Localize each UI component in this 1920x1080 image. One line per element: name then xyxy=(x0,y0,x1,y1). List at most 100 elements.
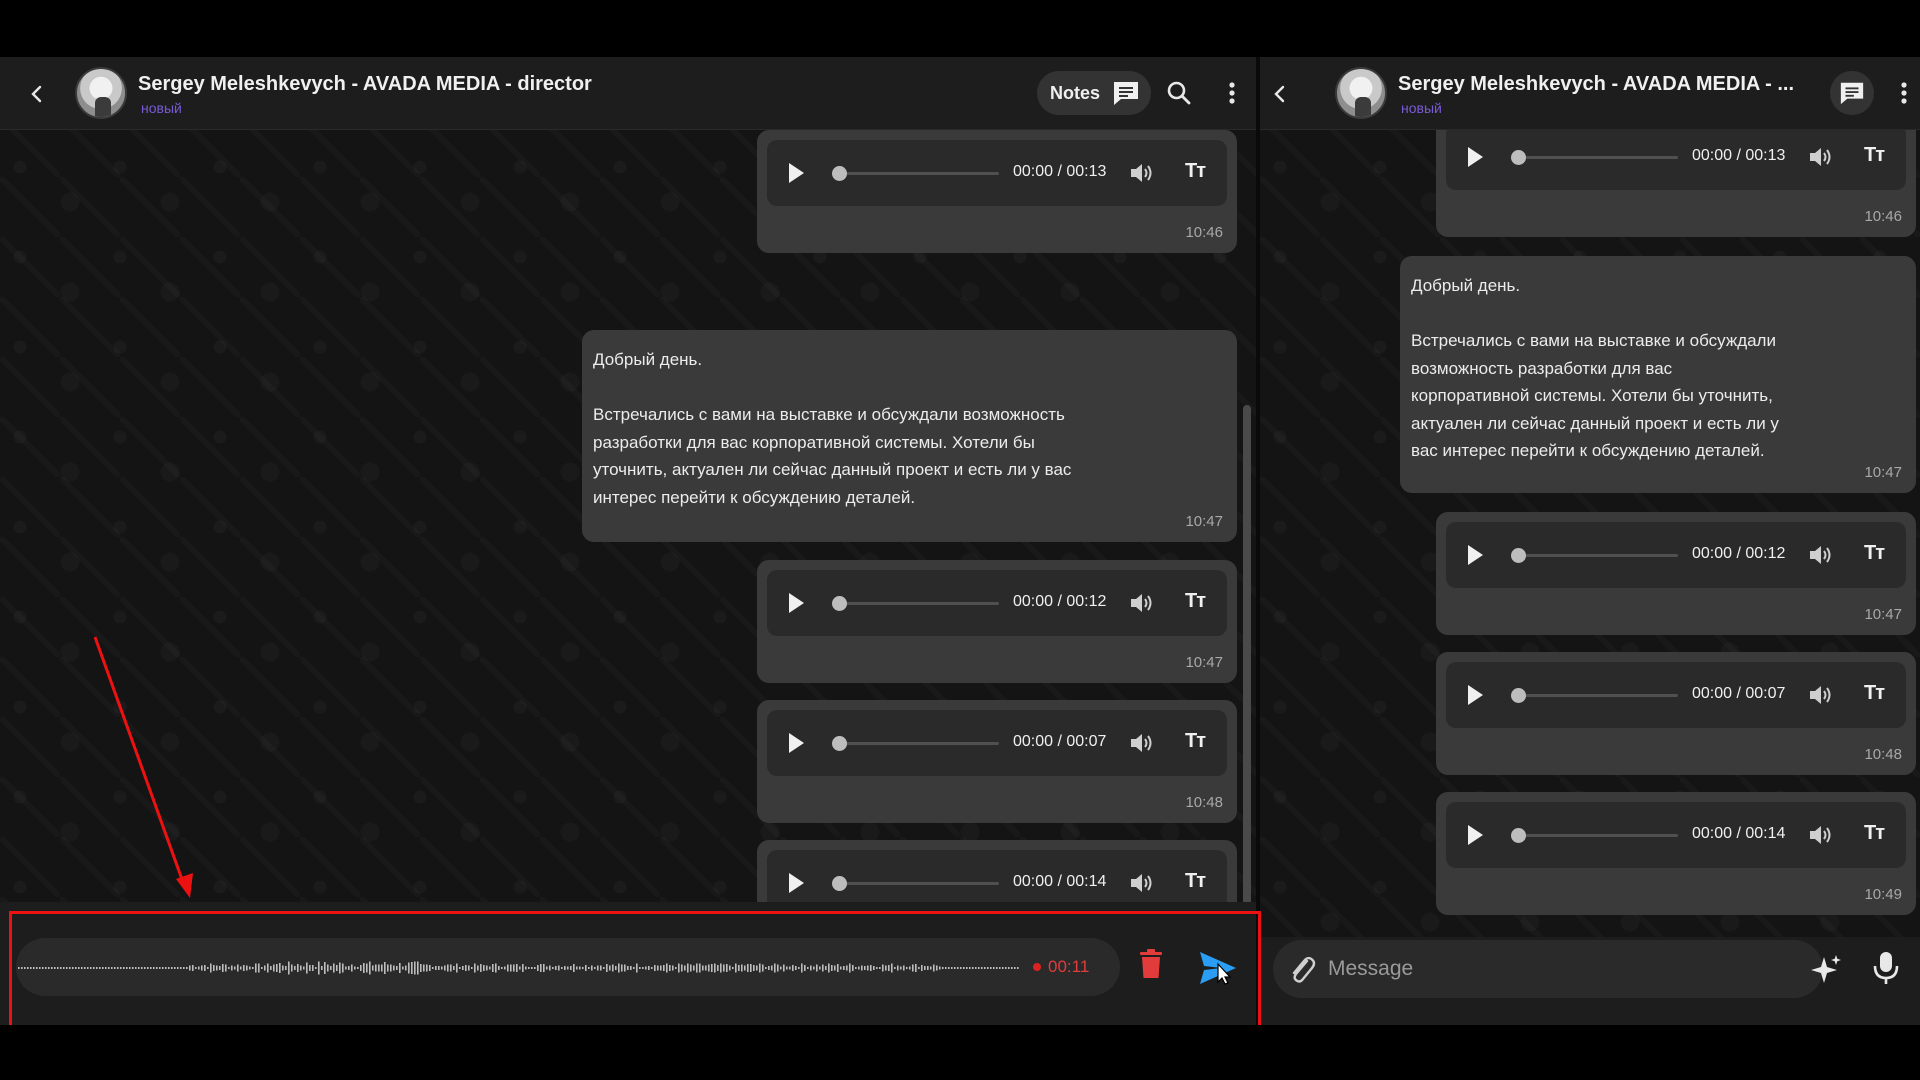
volume-icon[interactable] xyxy=(1808,683,1834,707)
text-size-icon[interactable]: Tт xyxy=(1185,160,1206,183)
back-button[interactable] xyxy=(1265,79,1295,109)
audio-time: 00:00 / 00:14 xyxy=(1692,825,1786,842)
microphone-icon xyxy=(1873,952,1899,984)
more-vertical-icon xyxy=(1901,82,1907,104)
audio-time: 00:00 / 00:07 xyxy=(1692,685,1786,702)
more-vertical-icon xyxy=(1229,82,1235,104)
scrollbar[interactable] xyxy=(1243,405,1251,905)
audio-progress-knob[interactable] xyxy=(832,736,847,751)
play-icon[interactable] xyxy=(789,873,804,893)
voice-message: 00:00 / 00:12 Tт 10:47 xyxy=(1436,512,1916,635)
play-icon[interactable] xyxy=(1468,685,1483,705)
message-time: 10:48 xyxy=(1185,794,1223,811)
audio-progress-track[interactable] xyxy=(837,882,999,885)
chat-status: новый xyxy=(1401,100,1442,116)
text-size-icon[interactable]: Tт xyxy=(1864,682,1885,705)
chat-title: Sergey Meleshkevych - AVADA MEDIA - ... xyxy=(1398,73,1795,95)
more-menu-button[interactable] xyxy=(1888,77,1920,109)
search-button[interactable] xyxy=(1163,77,1195,109)
annotation-highlight-box xyxy=(9,911,1261,1029)
avatar[interactable] xyxy=(1335,67,1387,119)
play-icon[interactable] xyxy=(789,593,804,613)
voice-record-button[interactable] xyxy=(1872,950,1900,991)
audio-progress-knob[interactable] xyxy=(1511,688,1526,703)
message-time: 10:47 xyxy=(1864,606,1902,623)
play-icon[interactable] xyxy=(1468,147,1483,167)
search-icon xyxy=(1167,81,1191,105)
text-size-icon[interactable]: Tт xyxy=(1864,822,1885,845)
audio-player: 00:00 / 00:07 Tт xyxy=(1446,662,1906,728)
avatar[interactable] xyxy=(75,67,127,119)
audio-progress-knob[interactable] xyxy=(832,876,847,891)
audio-time: 00:00 / 00:07 xyxy=(1013,733,1107,750)
chat-title: Sergey Meleshkevych - AVADA MEDIA - dire… xyxy=(138,73,592,95)
text-size-icon[interactable]: Tт xyxy=(1185,730,1206,753)
audio-progress-track[interactable] xyxy=(1516,694,1678,697)
audio-progress-knob[interactable] xyxy=(1511,828,1526,843)
left-message-list[interactable]: 00:00 / 00:13 Tт 10:46 Добрый день. Встр… xyxy=(0,130,1256,1025)
volume-icon[interactable] xyxy=(1808,145,1834,169)
left-chat-pane: Sergey Meleshkevych - AVADA MEDIA - dire… xyxy=(0,57,1256,1025)
audio-progress-track[interactable] xyxy=(1516,554,1678,557)
audio-time: 00:00 / 00:12 xyxy=(1692,545,1786,562)
audio-progress-knob[interactable] xyxy=(1511,548,1526,563)
message-input[interactable] xyxy=(1328,948,1768,990)
screen-bottom-edge xyxy=(0,1025,1920,1080)
volume-icon[interactable] xyxy=(1808,823,1834,847)
volume-icon[interactable] xyxy=(1129,871,1155,895)
back-button[interactable] xyxy=(22,79,52,109)
message-time: 10:46 xyxy=(1185,224,1223,241)
volume-icon[interactable] xyxy=(1129,591,1155,615)
message-time: 10:46 xyxy=(1864,208,1902,225)
audio-player: 00:00 / 00:13 Tт xyxy=(1446,124,1906,190)
play-icon[interactable] xyxy=(1468,545,1483,565)
chevron-left-icon xyxy=(1274,85,1285,103)
audio-progress-knob[interactable] xyxy=(832,166,847,181)
text-size-icon[interactable]: Tт xyxy=(1185,870,1206,893)
audio-progress-track[interactable] xyxy=(837,602,999,605)
play-icon[interactable] xyxy=(789,163,804,183)
notes-button[interactable]: Notes xyxy=(1037,71,1151,115)
voice-message: 00:00 / 00:14 Tт 10:49 xyxy=(1436,792,1916,915)
voice-message: 00:00 / 00:07 Tт 10:48 xyxy=(1436,652,1916,775)
right-chat-header: Sergey Meleshkevych - AVADA MEDIA - ... … xyxy=(1260,57,1920,130)
notes-label: Notes xyxy=(1050,82,1101,103)
volume-icon[interactable] xyxy=(1129,731,1155,755)
notes-button[interactable] xyxy=(1830,71,1874,115)
audio-player: 00:00 / 00:12 Tт xyxy=(1446,522,1906,588)
message-time: 10:47 xyxy=(1185,513,1223,530)
play-icon[interactable] xyxy=(1468,825,1483,845)
voice-message: 00:00 / 00:12 Tт 10:47 xyxy=(757,560,1237,683)
message-time: 10:47 xyxy=(1185,654,1223,671)
chat-bubble-icon xyxy=(1840,82,1864,105)
paperclip-icon xyxy=(1292,956,1316,983)
voice-message: 00:00 / 00:13 Tт 10:46 xyxy=(1436,114,1916,237)
text-size-icon[interactable]: Tт xyxy=(1864,144,1885,167)
audio-time: 00:00 / 00:12 xyxy=(1013,593,1107,610)
volume-icon[interactable] xyxy=(1129,161,1155,185)
message-time: 10:49 xyxy=(1864,886,1902,903)
ai-assist-button[interactable] xyxy=(1810,953,1842,990)
audio-progress-track[interactable] xyxy=(837,172,999,175)
audio-time: 00:00 / 00:13 xyxy=(1013,163,1107,180)
text-size-icon[interactable]: Tт xyxy=(1864,542,1885,565)
left-chat-header: Sergey Meleshkevych - AVADA MEDIA - dire… xyxy=(0,57,1256,130)
audio-player: 00:00 / 00:13 Tт xyxy=(767,140,1227,206)
play-icon[interactable] xyxy=(789,733,804,753)
audio-progress-knob[interactable] xyxy=(1511,150,1526,165)
voice-message: 00:00 / 00:13 Tт 10:46 xyxy=(757,130,1237,253)
audio-progress-track[interactable] xyxy=(837,742,999,745)
audio-progress-track[interactable] xyxy=(1516,834,1678,837)
right-message-list[interactable]: 00:00 / 00:13 Tт 10:46 Добрый день. Встр… xyxy=(1260,114,1920,1025)
attach-button[interactable] xyxy=(1287,953,1317,992)
text-message: Добрый день. Встречались с вами на выста… xyxy=(582,330,1237,542)
audio-time: 00:00 / 00:14 xyxy=(1013,873,1107,890)
message-text: Добрый день. Встречались с вами на выста… xyxy=(1411,276,1779,460)
audio-progress-track[interactable] xyxy=(1516,156,1678,159)
volume-icon[interactable] xyxy=(1808,543,1834,567)
more-menu-button[interactable] xyxy=(1216,77,1248,109)
message-text: Добрый день. Встречались с вами на выста… xyxy=(593,350,1072,507)
chevron-left-icon xyxy=(31,85,42,103)
text-size-icon[interactable]: Tт xyxy=(1185,590,1206,613)
audio-progress-knob[interactable] xyxy=(832,596,847,611)
